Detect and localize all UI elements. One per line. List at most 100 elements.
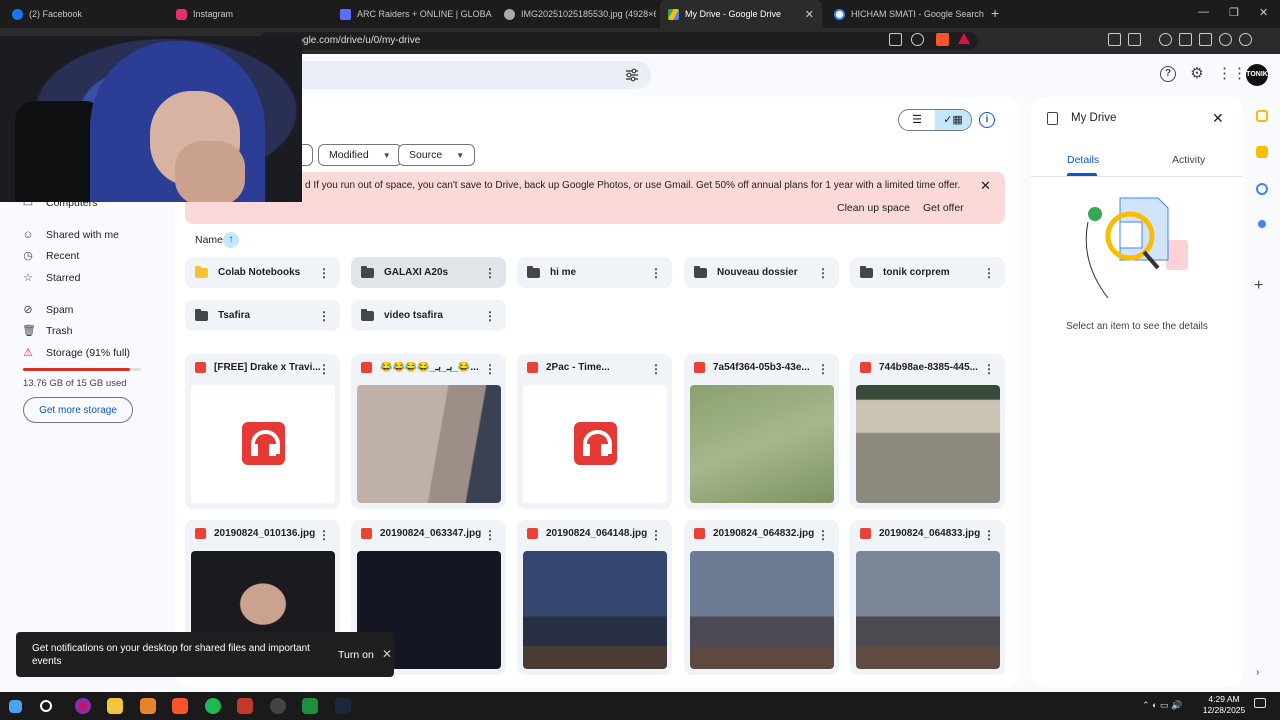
- file-card[interactable]: 20190824_064148.jpg ⋮: [517, 520, 672, 675]
- more-options-icon[interactable]: ⋮: [484, 266, 496, 280]
- contacts-icon[interactable]: [1258, 220, 1266, 228]
- tab-google-search[interactable]: HICHAM SMATI - Google Search: [826, 0, 986, 28]
- folder-item[interactable]: hi me ⋮: [517, 257, 672, 288]
- get-offer-button[interactable]: Get offer: [923, 202, 964, 214]
- file-card[interactable]: 2Pac - Time... ⋮: [517, 354, 672, 509]
- more-options-icon[interactable]: ⋮: [484, 362, 496, 376]
- extensions-icon[interactable]: [1108, 33, 1121, 46]
- grid-view-icon[interactable]: ✓▦: [935, 110, 971, 130]
- app-icon[interactable]: [302, 698, 318, 714]
- account-avatar[interactable]: TONIK: [1246, 64, 1268, 86]
- more-options-icon[interactable]: ⋮: [318, 309, 330, 323]
- folder-item[interactable]: GALAXI A20s ⋮: [351, 257, 506, 288]
- new-tab-icon[interactable]: +: [991, 5, 999, 21]
- more-options-icon[interactable]: ⋮: [650, 362, 662, 376]
- file-card[interactable]: 20190824_064832.jpg ⋮: [684, 520, 839, 675]
- more-options-icon[interactable]: ⋮: [484, 528, 496, 542]
- settings-gear-icon[interactable]: ⚙: [1189, 66, 1205, 82]
- window-close-icon[interactable]: ✕: [1259, 6, 1268, 19]
- maximize-icon[interactable]: ❐: [1229, 6, 1239, 19]
- minimize-icon[interactable]: —: [1198, 6, 1209, 18]
- tab-arc-raiders[interactable]: ARC Raiders + ONLINE | GLOBAL | AI: [332, 0, 492, 28]
- apps-grid-icon[interactable]: ⋮⋮: [1217, 66, 1247, 82]
- file-card[interactable]: 20190824_064833.jpg ⋮: [850, 520, 1005, 675]
- obs-icon[interactable]: [270, 698, 286, 714]
- sidebar-item-recent[interactable]: ◷ Recent: [22, 250, 79, 262]
- close-icon[interactable]: ✕: [1212, 110, 1224, 127]
- search-options-icon[interactable]: [625, 68, 639, 82]
- clean-up-space-button[interactable]: Clean up space: [837, 202, 910, 214]
- brave-rewards-icon[interactable]: [958, 33, 970, 44]
- folder-item[interactable]: video tsafira ⋮: [351, 300, 506, 331]
- chevron-right-icon[interactable]: ›: [1256, 667, 1259, 678]
- sidebar-item-trash[interactable]: 🗑 Trash: [22, 325, 72, 337]
- folder-item[interactable]: Nouveau dossier ⋮: [684, 257, 839, 288]
- more-options-icon[interactable]: ⋮: [318, 528, 330, 542]
- get-more-storage-button[interactable]: Get more storage: [23, 397, 133, 423]
- more-options-icon[interactable]: ⋮: [650, 266, 662, 280]
- folder-item[interactable]: Tsafira ⋮: [185, 300, 340, 331]
- cast-icon[interactable]: [889, 33, 902, 46]
- folder-item[interactable]: tonik corprem ⋮: [850, 257, 1005, 288]
- turn-on-button[interactable]: Turn on: [338, 649, 374, 661]
- view-details-icon[interactable]: i: [979, 112, 995, 128]
- more-options-icon[interactable]: ⋮: [983, 362, 995, 376]
- calendar-icon[interactable]: [1256, 110, 1268, 122]
- close-tab-icon[interactable]: ✕: [805, 8, 814, 21]
- tab-details[interactable]: Details: [1067, 154, 1099, 166]
- windows-start-icon[interactable]: [9, 700, 22, 713]
- sidebar-item-spam[interactable]: ⊘ Spam: [22, 304, 73, 316]
- tab-instagram[interactable]: Instagram: [168, 0, 328, 28]
- source-filter-chip[interactable]: Source ▼: [398, 144, 476, 166]
- folder-item[interactable]: Colab Notebooks ⋮: [185, 257, 340, 288]
- spotify-icon[interactable]: [205, 698, 221, 714]
- close-icon[interactable]: ✕: [382, 647, 392, 661]
- wallet-icon[interactable]: [1199, 33, 1212, 46]
- tab-google-drive[interactable]: My Drive - Google Drive ✕: [660, 0, 822, 28]
- url-field[interactable]: e.google.com/drive/u/0/my-drive: [258, 32, 978, 50]
- chrome-canary-icon[interactable]: [75, 698, 91, 714]
- more-options-icon[interactable]: ⋮: [318, 266, 330, 280]
- modified-filter-chip[interactable]: Modified ▼: [318, 144, 402, 166]
- more-options-icon[interactable]: ⋮: [650, 528, 662, 542]
- close-icon[interactable]: ✕: [980, 178, 991, 194]
- more-options-icon[interactable]: ⋮: [817, 528, 829, 542]
- brave-browser-icon[interactable]: [172, 698, 188, 714]
- add-addon-icon[interactable]: +: [1254, 277, 1263, 295]
- file-card[interactable]: 😂😂😂😂_بـ_بـ_😂... ⋮: [351, 354, 506, 509]
- mixer-icon[interactable]: [237, 698, 253, 714]
- file-card[interactable]: 744b98ae-8385-445... ⋮: [850, 354, 1005, 509]
- tasks-icon[interactable]: [1256, 183, 1268, 195]
- keep-icon[interactable]: [1256, 146, 1268, 158]
- file-explorer-icon[interactable]: [107, 698, 123, 714]
- tab-activity[interactable]: Activity: [1172, 154, 1205, 166]
- taskbar-clock[interactable]: 4:29 AM 12/28/2025: [1198, 694, 1250, 716]
- search-icon[interactable]: [40, 700, 52, 712]
- tab-facebook[interactable]: (2) Facebook: [4, 0, 164, 28]
- more-options-icon[interactable]: ⋮: [817, 362, 829, 376]
- notifications-icon[interactable]: [1254, 698, 1266, 708]
- app-icon[interactable]: [140, 698, 156, 714]
- steam-icon[interactable]: [335, 698, 351, 714]
- sidebar-item-starred[interactable]: ☆ Starred: [22, 272, 80, 284]
- list-view-icon[interactable]: ☰: [899, 110, 935, 130]
- media-icon[interactable]: [1159, 33, 1172, 46]
- leo-icon[interactable]: [1219, 33, 1232, 46]
- sidebar-item-shared[interactable]: ☺ Shared with me: [22, 229, 119, 241]
- sidebar-icon[interactable]: [1179, 33, 1192, 46]
- more-options-icon[interactable]: ⋮: [484, 309, 496, 323]
- sidebar-item-storage[interactable]: ⚠ Storage (91% full): [22, 347, 130, 359]
- file-card[interactable]: 7a54f364-05b3-43e... ⋮: [684, 354, 839, 509]
- more-options-icon[interactable]: ⋮: [817, 266, 829, 280]
- menu-icon[interactable]: [1259, 33, 1272, 46]
- more-options-icon[interactable]: ⋮: [983, 528, 995, 542]
- system-tray-icons[interactable]: ⌃ ◐ ▭ 🔊: [1142, 700, 1182, 711]
- vpn-icon[interactable]: [1239, 33, 1252, 46]
- more-options-icon[interactable]: ⋮: [983, 266, 995, 280]
- drive-search-input[interactable]: [290, 61, 651, 89]
- help-icon[interactable]: ?: [1160, 66, 1176, 82]
- file-card[interactable]: [FREE] Drake x Travi... ⋮: [185, 354, 340, 509]
- reading-list-icon[interactable]: [1128, 33, 1141, 46]
- arrow-up-icon[interactable]: ↑: [223, 232, 239, 248]
- more-options-icon[interactable]: ⋮: [318, 362, 330, 376]
